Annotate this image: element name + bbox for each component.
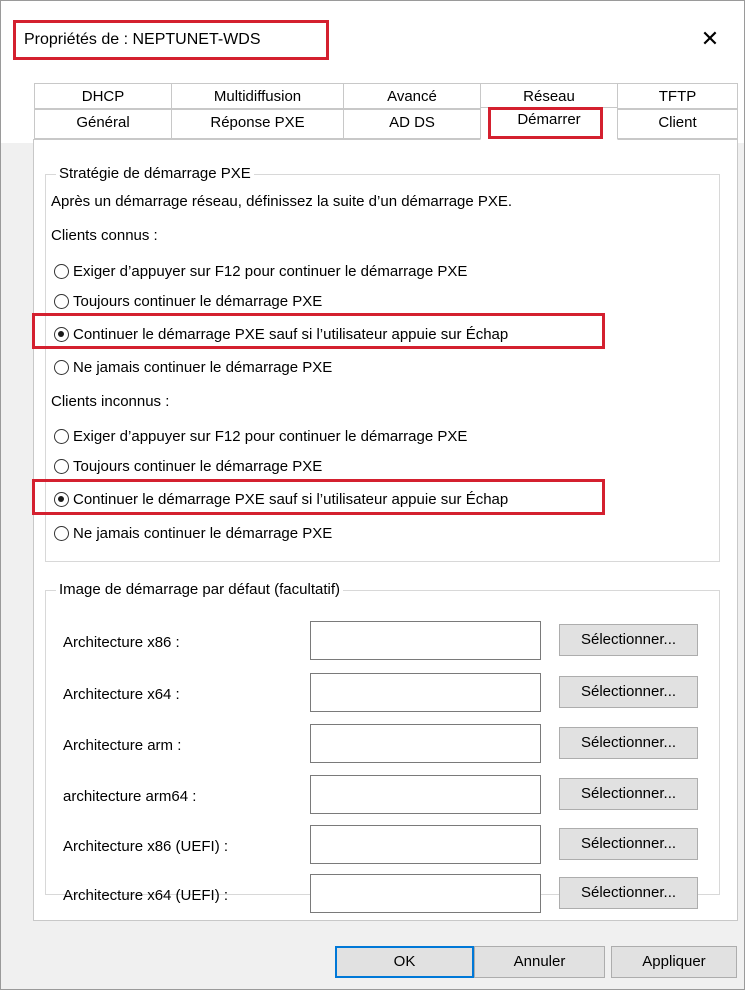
arch-x64-uefi-select-button[interactable]: Sélectionner... (559, 877, 698, 909)
tab-panel-demarrer: Stratégie de démarrage PXE Après un déma… (32, 139, 738, 921)
radio-label: Exiger d’appuyer sur F12 pour continuer … (73, 428, 468, 445)
apply-button[interactable]: Appliquer (611, 946, 737, 978)
unknown-radio-never[interactable]: Ne jamais continuer le démarrage PXE (54, 525, 332, 542)
tab-tftp[interactable]: TFTP (617, 83, 738, 109)
known-radio-always[interactable]: Toujours continuer le démarrage PXE (54, 293, 322, 310)
arch-x86-uefi-input[interactable] (310, 825, 541, 864)
tab-reponse-pxe[interactable]: Réponse PXE (171, 109, 344, 139)
tab-dhcp[interactable]: DHCP (34, 83, 172, 109)
arch-x64-uefi-label: Architecture x64 (UEFI) : (63, 887, 229, 904)
tab-label: TFTP (658, 88, 697, 105)
tab-label: Général (76, 114, 130, 131)
radio-button[interactable] (54, 294, 69, 309)
cancel-button[interactable]: Annuler (474, 946, 605, 978)
arch-x64-input[interactable] (310, 673, 541, 712)
title-bar: Propriétés de : NEPTUNET-WDS ✕ (1, 1, 744, 83)
tab-demarrer[interactable]: Démarrer (480, 107, 618, 140)
arch-arm64-select-button[interactable]: Sélectionner... (559, 778, 698, 810)
pxe-boot-policy-legend: Stratégie de démarrage PXE (56, 165, 254, 182)
close-icon: ✕ (700, 26, 720, 51)
unknown-radio-f12[interactable]: Exiger d’appuyer sur F12 pour continuer … (54, 428, 467, 445)
radio-button-selected[interactable] (54, 327, 69, 342)
tab-label: Réponse PXE (210, 114, 305, 131)
arch-x64-select-button[interactable]: Sélectionner... (559, 676, 698, 708)
arch-x86-input[interactable] (310, 621, 541, 660)
radio-label: Exiger d’appuyer sur F12 pour continuer … (73, 263, 468, 280)
tab-label: DHCP (81, 88, 125, 105)
arch-arm64-label: architecture arm64 : (63, 788, 197, 805)
radio-button[interactable] (54, 459, 69, 474)
close-button[interactable]: ✕ (690, 21, 730, 57)
arch-x64-uefi-input[interactable] (310, 874, 541, 913)
radio-button[interactable] (54, 429, 69, 444)
arch-arm-label: Architecture arm : (63, 737, 182, 754)
pxe-boot-policy-group: Stratégie de démarrage PXE Après un déma… (32, 165, 720, 562)
pxe-boot-policy-description: Après un démarrage réseau, définissez la… (51, 193, 513, 210)
arch-x86-uefi-label: Architecture x86 (UEFI) : (63, 838, 229, 855)
known-radio-never[interactable]: Ne jamais continuer le démarrage PXE (54, 359, 332, 376)
radio-label: Continuer le démarrage PXE sauf si l’uti… (73, 491, 509, 508)
arch-arm-input[interactable] (310, 724, 541, 763)
radio-button-selected[interactable] (54, 492, 69, 507)
radio-button[interactable] (54, 264, 69, 279)
tab-label: Démarrer (517, 111, 581, 128)
tab-avance[interactable]: Avancé (343, 83, 481, 109)
tab-multidiffusion[interactable]: Multidiffusion (171, 83, 344, 109)
tab-label: Multidiffusion (213, 88, 302, 105)
tab-label: Client (658, 114, 697, 131)
radio-label: Ne jamais continuer le démarrage PXE (73, 359, 333, 376)
radio-button[interactable] (54, 360, 69, 375)
radio-label: Continuer le démarrage PXE sauf si l’uti… (73, 326, 509, 343)
unknown-radio-always[interactable]: Toujours continuer le démarrage PXE (54, 458, 322, 475)
tab-general[interactable]: Général (34, 109, 172, 139)
unknown-clients-label: Clients inconnus : (51, 393, 170, 410)
known-clients-label: Clients connus : (51, 227, 158, 244)
properties-dialog: Propriétés de : NEPTUNET-WDS ✕ DHCP Mult… (0, 0, 745, 990)
ok-button[interactable]: OK (335, 946, 474, 978)
tab-ad-ds[interactable]: AD DS (343, 109, 481, 139)
default-boot-image-legend: Image de démarrage par défaut (facultati… (56, 581, 343, 598)
arch-arm64-input[interactable] (310, 775, 541, 814)
known-radio-f12[interactable]: Exiger d’appuyer sur F12 pour continuer … (54, 263, 467, 280)
radio-button[interactable] (54, 526, 69, 541)
arch-x86-select-button[interactable]: Sélectionner... (559, 624, 698, 656)
radio-label: Ne jamais continuer le démarrage PXE (73, 525, 333, 542)
tab-client[interactable]: Client (617, 109, 738, 139)
arch-x64-label: Architecture x64 : (63, 686, 180, 703)
arch-x86-uefi-select-button[interactable]: Sélectionner... (559, 828, 698, 860)
arch-x86-label: Architecture x86 : (63, 634, 180, 651)
tab-reseau[interactable]: Réseau (480, 83, 618, 109)
unknown-radio-unless-esc[interactable]: Continuer le démarrage PXE sauf si l’uti… (54, 491, 508, 508)
radio-label: Toujours continuer le démarrage PXE (73, 293, 323, 310)
window-title: Propriétés de : NEPTUNET-WDS (24, 31, 261, 48)
radio-label: Toujours continuer le démarrage PXE (73, 458, 323, 475)
known-radio-unless-esc[interactable]: Continuer le démarrage PXE sauf si l’uti… (54, 326, 508, 343)
arch-arm-select-button[interactable]: Sélectionner... (559, 727, 698, 759)
tab-label: Réseau (523, 88, 575, 105)
tab-label: Avancé (387, 88, 437, 105)
default-boot-image-group: Image de démarrage par défaut (facultati… (45, 581, 720, 913)
tab-label: AD DS (389, 114, 435, 131)
